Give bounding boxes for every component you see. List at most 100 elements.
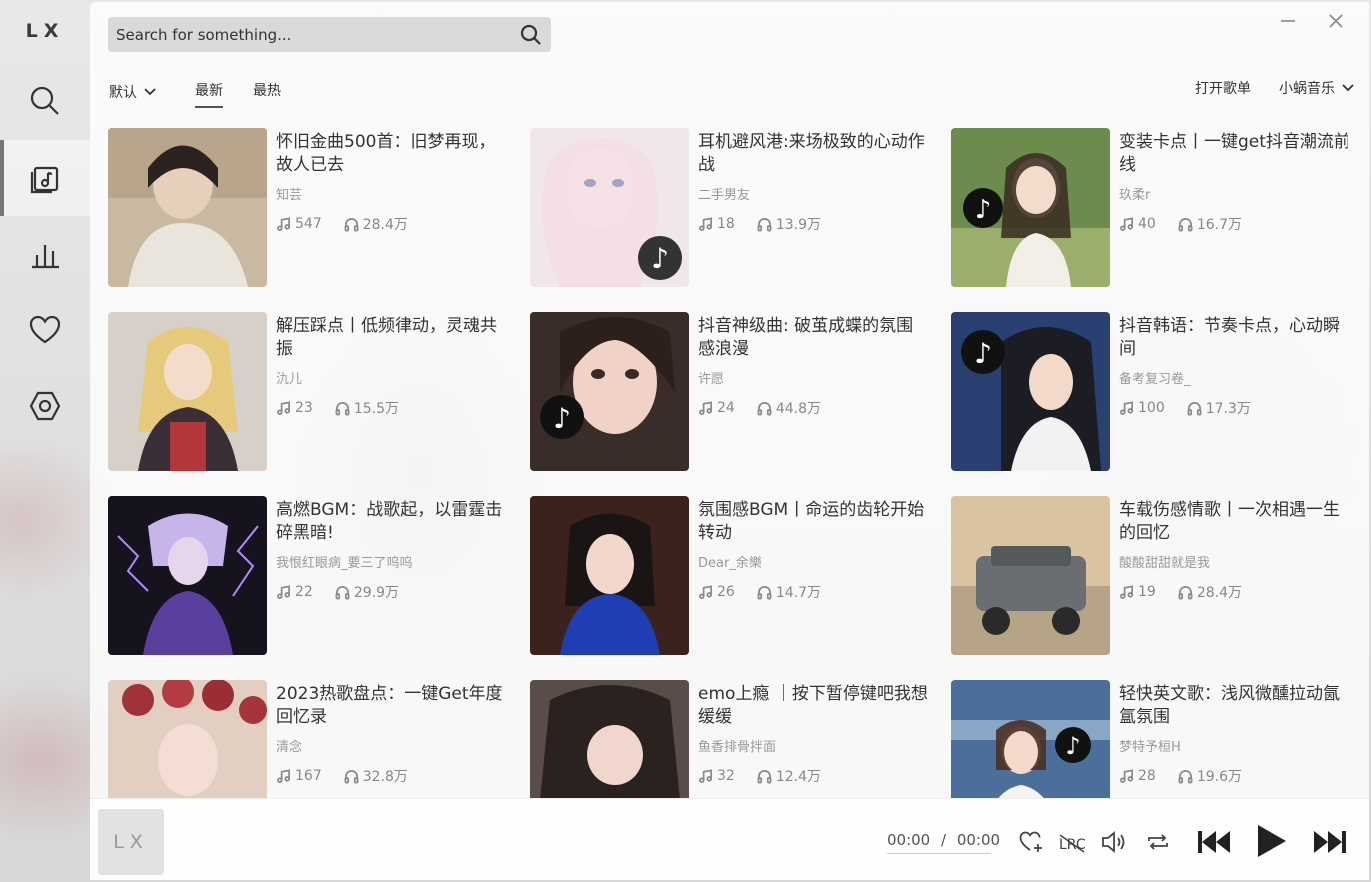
- playlist-author[interactable]: 酸酸甜甜就是我: [1119, 552, 1210, 571]
- search-input[interactable]: [116, 25, 519, 44]
- playlist-title: 车载伤感情歌丨一次相遇一生的回忆: [1119, 500, 1340, 543]
- playlist-cover[interactable]: [108, 496, 267, 655]
- playlist-card[interactable]: 解压踩点丨低频律动，灵魂共振 氿儿 23 15.5万: [108, 312, 518, 472]
- playlist-card[interactable]: ♪ 抖音韩语：节奏卡点，心动瞬间 备考复习卷_ 100 17.3万: [951, 312, 1348, 472]
- source-dropdown[interactable]: 小蜗音乐: [1279, 78, 1355, 98]
- playlist-title: 高燃BGM：战歌起，以雷霆击碎黑暗!: [276, 500, 503, 543]
- playlist-card[interactable]: 怀旧金曲500首：旧梦再现，故人已去 知芸 547 28.4万: [108, 128, 518, 288]
- song-count: 40: [1138, 216, 1156, 232]
- skip-next-icon: [1314, 831, 1346, 853]
- song-count: 547: [295, 216, 322, 232]
- sidebar-item-leaderboard[interactable]: [0, 216, 90, 292]
- playlist-title: 轻快英文歌：浅风微醺拉动氤氲氛围: [1119, 684, 1340, 727]
- playlist-cover[interactable]: [951, 496, 1110, 655]
- chevron-down-icon: [1342, 84, 1354, 92]
- playlist-card[interactable]: emo上瘾 ｜按下暂停键吧我想缓缓 鱼香排骨拌面 32 12.4万: [530, 680, 940, 798]
- playlist-card[interactable]: 车载伤感情歌丨一次相遇一生的回忆 酸酸甜甜就是我 19 28.4万: [951, 496, 1348, 656]
- cover-image: [108, 680, 267, 798]
- sidebar-item-search[interactable]: [0, 63, 90, 139]
- playlist-author[interactable]: 许愿: [698, 368, 724, 387]
- previous-track-button[interactable]: [1196, 827, 1232, 857]
- headphones-icon: [757, 585, 772, 599]
- playlist-card[interactable]: ♪ 轻快英文歌：浅风微醺拉动氤氲氛围 梦特予桓H 28 19.6万: [951, 680, 1348, 798]
- play-count: 29.9万: [353, 585, 399, 601]
- cover-image: ♪: [530, 312, 689, 471]
- headphones-icon: [757, 769, 772, 783]
- settings-icon: [29, 391, 61, 421]
- play-count: 32.8万: [362, 769, 408, 785]
- playlist-author[interactable]: 知芸: [276, 184, 302, 203]
- headphones-icon: [344, 769, 359, 783]
- headphones-icon: [335, 585, 350, 599]
- cover-image: [951, 496, 1110, 655]
- play-button[interactable]: [1254, 823, 1288, 859]
- play-count: 19.6万: [1196, 769, 1242, 785]
- playlist-cover[interactable]: ♪: [951, 312, 1110, 471]
- tab-newest[interactable]: 最新: [195, 80, 223, 108]
- headphones-icon: [1178, 217, 1193, 231]
- volume-button[interactable]: [1100, 829, 1128, 855]
- playlist-cover[interactable]: [530, 680, 689, 798]
- playlist-card[interactable]: 氛围感BGM丨命运的齿轮开始转动 Dear_余樂 26 14.7万: [530, 496, 940, 656]
- headphones-icon: [335, 401, 350, 415]
- sidebar-item-favorites[interactable]: [0, 292, 90, 368]
- tab-hottest[interactable]: 最热: [253, 80, 281, 104]
- playlist-cover[interactable]: ♪: [530, 128, 689, 287]
- cover-image: [108, 312, 267, 471]
- playlist-card[interactable]: ♪ 耳机避风港:来场极致的心动作战 二手男友 18 13.9万: [530, 128, 940, 288]
- svg-text:♪: ♪: [974, 337, 992, 370]
- current-time: 00:00: [887, 831, 931, 849]
- playlist-author[interactable]: 我恨红眼病_要三了呜呜: [276, 552, 413, 571]
- now-playing-cover[interactable]: LX: [98, 809, 164, 875]
- playlist-author[interactable]: 清念: [276, 736, 302, 755]
- sidebar-item-settings[interactable]: [0, 368, 90, 444]
- music-note-icon: [699, 768, 712, 783]
- playlist-card[interactable]: ♪ 抖音神级曲: 破茧成蝶的氛围感浪漫 许愿 24 44.8万: [530, 312, 940, 472]
- open-playlist-button[interactable]: 打开歌单: [1195, 78, 1251, 98]
- lyrics-toggle-button[interactable]: LRC: [1058, 832, 1086, 854]
- headphones-icon: [1178, 769, 1193, 783]
- sort-dropdown[interactable]: 默认: [109, 82, 157, 102]
- search-icon[interactable]: [519, 23, 543, 47]
- playlist-card[interactable]: ♪ 变装卡点丨一键get抖音潮流前线 玖柔r 40 16.7万: [951, 128, 1348, 288]
- lyrics-icon: LRC: [1059, 834, 1086, 853]
- playlist-cover[interactable]: [530, 496, 689, 655]
- playlist-author[interactable]: 备考复习卷_: [1119, 368, 1191, 387]
- playlist-stats: 18 13.9万: [698, 214, 821, 234]
- playlist-stats: 100 17.3万: [1119, 398, 1251, 418]
- close-button[interactable]: [1325, 10, 1347, 32]
- play-count: 28.4万: [362, 217, 408, 233]
- playlist-cover[interactable]: ♪: [530, 312, 689, 471]
- total-time: 00:00: [956, 831, 1001, 849]
- playlist-cover[interactable]: ♪: [951, 680, 1110, 798]
- playlist-stats: 32 12.4万: [698, 766, 821, 786]
- main-panel: 默认 最新 最热 打开歌单 小蜗音乐 怀旧金曲500首：旧梦再现，故人已去 知芸: [90, 2, 1369, 880]
- playlist-title: 2023热歌盘点：一键Get年度回忆录: [276, 684, 503, 727]
- playlist-author[interactable]: 二手男友: [698, 184, 750, 203]
- music-note-icon: [277, 400, 290, 415]
- song-count: 18: [717, 216, 735, 232]
- playlist-stats: 24 44.8万: [698, 398, 821, 418]
- repeat-mode-button[interactable]: [1145, 829, 1171, 855]
- playlist-author[interactable]: 鱼香排骨拌面: [698, 736, 776, 755]
- cover-image: ♪: [951, 128, 1110, 287]
- progress-bar[interactable]: [887, 853, 991, 854]
- playlist-title: emo上瘾 ｜按下暂停键吧我想缓缓: [698, 684, 928, 727]
- minimize-button[interactable]: [1277, 10, 1299, 32]
- playlist-cover[interactable]: [108, 128, 267, 287]
- sidebar-item-songlist[interactable]: [0, 140, 90, 216]
- playlist-author[interactable]: 氿儿: [276, 368, 302, 387]
- songlist-icon: [30, 166, 59, 194]
- next-track-button[interactable]: [1312, 827, 1348, 857]
- playlist-card[interactable]: 2023热歌盘点：一键Get年度回忆录 清念 167 32.8万: [108, 680, 518, 798]
- playlist-cover[interactable]: ♪: [951, 128, 1110, 287]
- playlist-author[interactable]: 玖柔r: [1119, 184, 1150, 203]
- add-to-favorites-button[interactable]: [1018, 829, 1044, 855]
- playlist-cover[interactable]: [108, 312, 267, 471]
- playlist-card[interactable]: 高燃BGM：战歌起，以雷霆击碎黑暗! 我恨红眼病_要三了呜呜 22 29.9万: [108, 496, 518, 656]
- playlist-author[interactable]: Dear_余樂: [698, 552, 762, 571]
- headphones-icon: [344, 217, 359, 231]
- playlist-cover[interactable]: [108, 680, 267, 798]
- headphones-icon: [1187, 401, 1202, 415]
- playlist-author[interactable]: 梦特予桓H: [1119, 736, 1181, 755]
